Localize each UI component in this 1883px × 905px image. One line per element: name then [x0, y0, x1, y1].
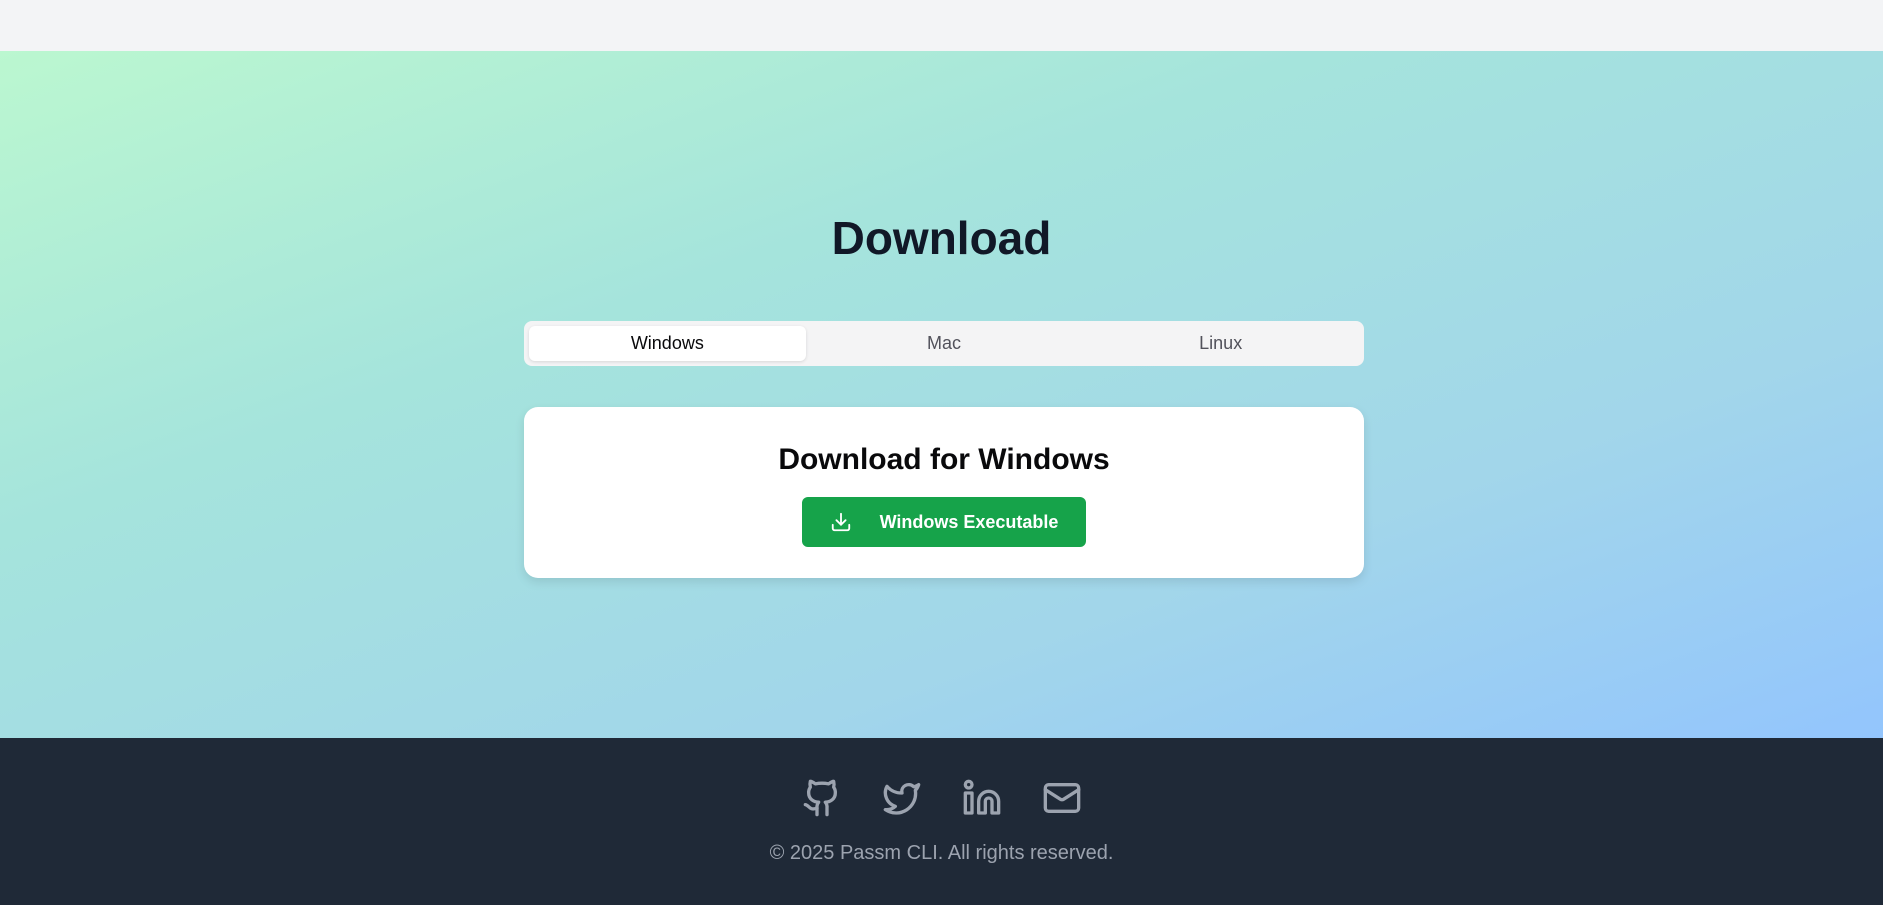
linkedin-icon[interactable]	[962, 778, 1002, 818]
social-links	[0, 778, 1883, 818]
platform-tabs: Windows Mac Linux	[524, 321, 1364, 366]
tab-linux[interactable]: Linux	[1082, 326, 1359, 361]
download-section	[0, 51, 1883, 738]
windows-executable-button[interactable]: Windows Executable	[802, 497, 1086, 547]
button-label: Windows Executable	[879, 511, 1059, 532]
top-bar	[0, 0, 1883, 51]
tab-windows[interactable]: Windows	[529, 326, 806, 361]
download-icon	[830, 511, 852, 533]
mail-icon[interactable]	[1042, 778, 1082, 818]
card-title: Download for Windows	[778, 443, 1110, 476]
tab-mac[interactable]: Mac	[806, 326, 1083, 361]
page-title: Download	[831, 212, 1052, 264]
twitter-icon[interactable]	[882, 778, 922, 818]
download-card: Download for Windows Windows Executable	[524, 407, 1364, 578]
copyright-text: © 2025 Passm CLI. All rights reserved.	[769, 842, 1114, 864]
github-icon[interactable]	[802, 778, 842, 818]
footer: © 2025 Passm CLI. All rights reserved.	[0, 738, 1883, 905]
